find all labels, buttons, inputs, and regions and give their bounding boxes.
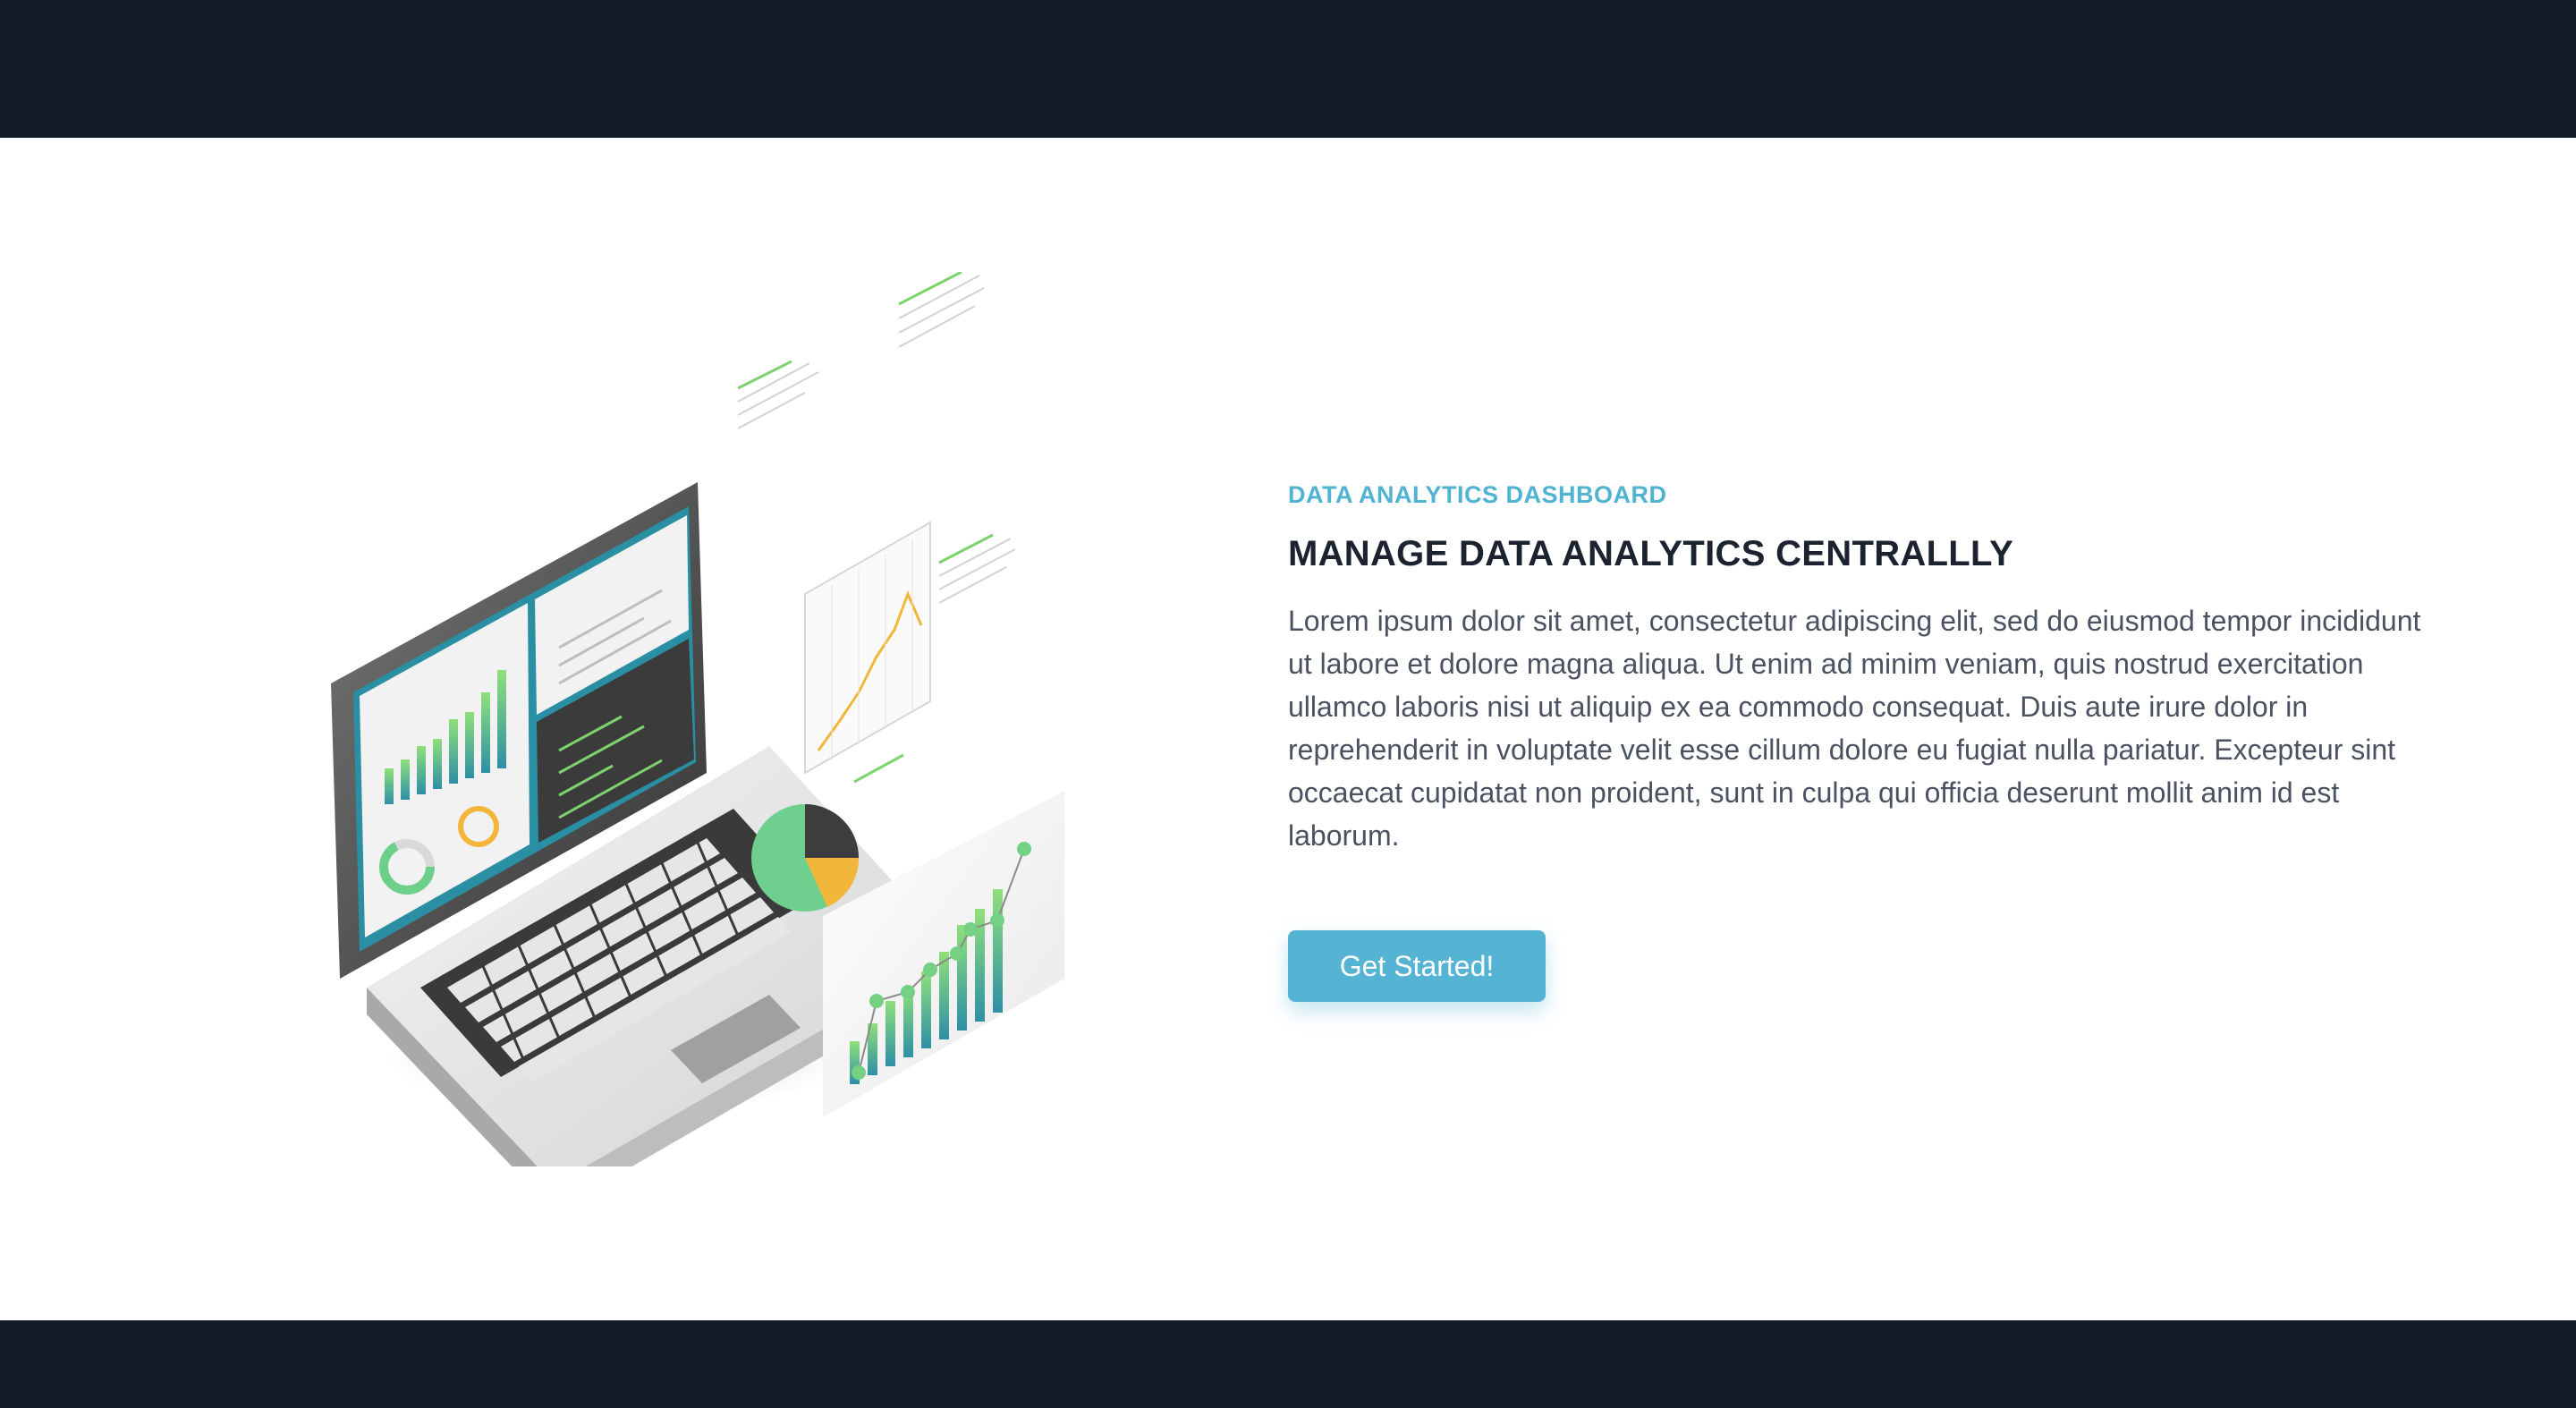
hero-eyebrow: DATA ANALYTICS DASHBOARD (1288, 481, 1667, 508)
hero-description: Lorem ipsum dolor sit amet, consectetur … (1288, 605, 2421, 852)
hero-headline: MANAGE DATA ANALYTICS CENTRALLLY (1288, 534, 2014, 573)
get-started-button[interactable]: Get Started! (1288, 930, 1546, 1002)
bottom-band (0, 1320, 2576, 1408)
laptop-analytics-illustration (304, 270, 1127, 1211)
hero-text: DATA ANALYTICS DASHBOARD MANAGE DATA ANA… (1288, 481, 2442, 1002)
hero-section: DATA ANALYTICS DASHBOARD MANAGE DATA ANA… (0, 138, 2576, 1320)
top-band (0, 0, 2576, 138)
